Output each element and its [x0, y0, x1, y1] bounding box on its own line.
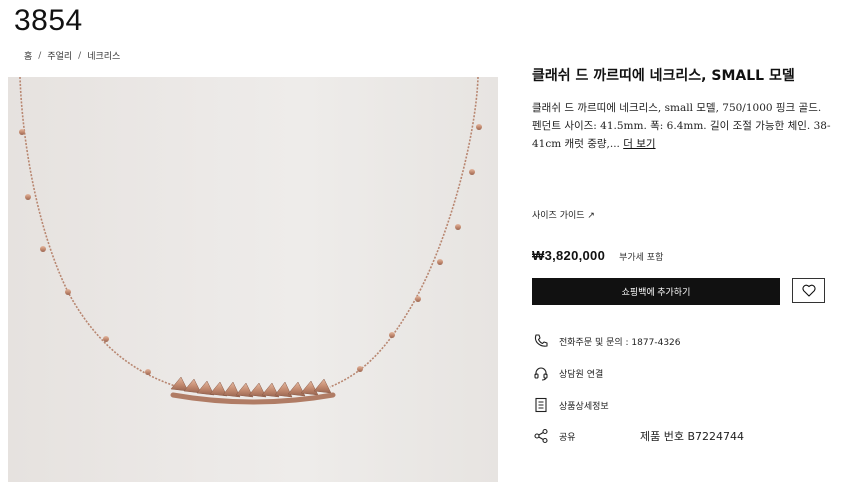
- document-icon: [532, 396, 550, 414]
- phone-order-link[interactable]: 전화주문 및 문의 : 1877-4326: [532, 332, 681, 350]
- breadcrumb-item-home[interactable]: 홈: [24, 49, 32, 62]
- breadcrumb: 홈 / 주얼리 / 네크리스: [24, 49, 120, 63]
- product-image[interactable]: [8, 77, 498, 482]
- price-row: ₩3,820,000 부가세 포함: [532, 248, 663, 263]
- product-price: ₩3,820,000: [532, 248, 606, 263]
- size-guide-link[interactable]: 사이즈 가이드 ↗: [532, 208, 595, 221]
- product-description-text: 클래쉬 드 까르띠에 네크리스, small 모델, 750/1000 핑크 골…: [532, 102, 831, 150]
- product-description: 클래쉬 드 까르띠에 네크리스, small 모델, 750/1000 핑크 골…: [532, 99, 832, 153]
- heart-icon: [801, 284, 816, 297]
- breadcrumb-item-jewelry[interactable]: 주얼리: [47, 49, 72, 62]
- phone-order-label: 전화주문 및 문의 : 1877-4326: [559, 337, 681, 348]
- wishlist-button[interactable]: [792, 278, 825, 303]
- chat-agent-label: 상담원 연결: [559, 369, 604, 380]
- headset-icon: [532, 364, 550, 382]
- breadcrumb-separator: /: [78, 50, 82, 61]
- page-number: 3854: [14, 4, 83, 37]
- chat-agent-link[interactable]: 상담원 연결: [532, 364, 603, 382]
- product-info: 클래쉬 드 까르띠에 네크리스, SMALL 모델 클래쉬 드 까르띠에 네크리…: [532, 66, 832, 153]
- product-code: 제품 번호 B7224744: [640, 430, 745, 443]
- share-icon: [532, 427, 550, 445]
- product-detail-link[interactable]: 상품상세정보: [532, 396, 609, 414]
- share-link[interactable]: 공유: [532, 427, 576, 445]
- breadcrumb-separator: /: [38, 50, 42, 61]
- product-detail-label: 상품상세정보: [559, 401, 609, 412]
- necklace-illustration: [19, 77, 482, 405]
- phone-icon: [532, 332, 550, 350]
- product-title: 클래쉬 드 까르띠에 네크리스, SMALL 모델: [532, 68, 795, 84]
- breadcrumb-item-necklaces[interactable]: 네크리스: [87, 49, 120, 62]
- share-label: 공유: [559, 432, 576, 443]
- read-more-link[interactable]: 더 보기: [623, 138, 655, 150]
- vat-label: 부가세 포함: [619, 253, 664, 263]
- add-to-cart-button[interactable]: 쇼핑백에 추가하기: [532, 278, 780, 305]
